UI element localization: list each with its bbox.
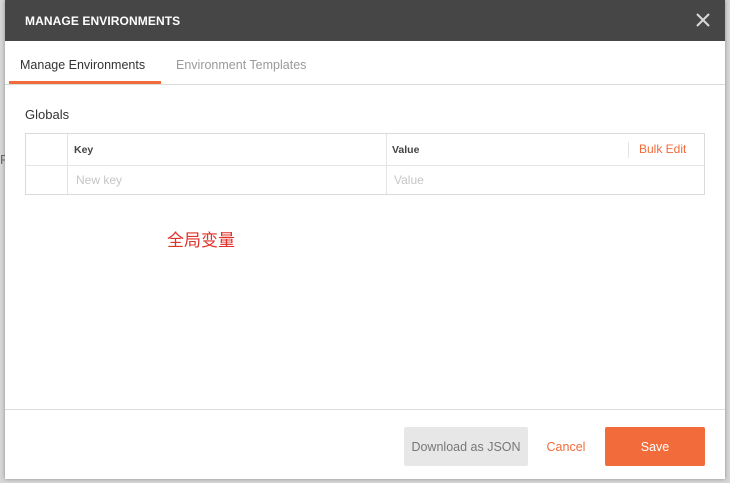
globals-heading: Globals (25, 107, 70, 122)
new-key-input[interactable] (76, 171, 376, 189)
column-divider-checkbox (67, 134, 68, 194)
modal-title: MANAGE ENVIRONMENTS (25, 14, 181, 28)
tab-manage-environments[interactable]: Manage Environments (20, 58, 145, 72)
save-button[interactable]: Save (605, 427, 705, 466)
close-icon[interactable] (691, 8, 715, 32)
header-divider (628, 142, 629, 158)
table-row (26, 166, 704, 194)
modal-header: MANAGE ENVIRONMENTS (5, 0, 725, 41)
download-json-button[interactable]: Download as JSON (404, 427, 528, 466)
manage-environments-modal: MANAGE ENVIRONMENTS Manage Environments … (5, 0, 725, 479)
column-header-value: Value (392, 144, 420, 156)
new-value-input[interactable] (394, 171, 694, 189)
table-header-row: Key Value Bulk Edit (26, 134, 704, 166)
column-divider-value (386, 134, 387, 194)
column-header-key: Key (74, 144, 94, 156)
tab-bar: Manage Environments Environment Template… (5, 41, 725, 85)
tab-environment-templates[interactable]: Environment Templates (176, 58, 306, 72)
cancel-button[interactable]: Cancel (540, 427, 592, 466)
active-tab-indicator (9, 81, 161, 84)
bulk-edit-link[interactable]: Bulk Edit (639, 142, 686, 156)
globals-table: Key Value Bulk Edit (25, 133, 705, 195)
annotation-text: 全局变量 (167, 231, 235, 251)
modal-footer: Download as JSON Cancel Save (5, 409, 725, 480)
